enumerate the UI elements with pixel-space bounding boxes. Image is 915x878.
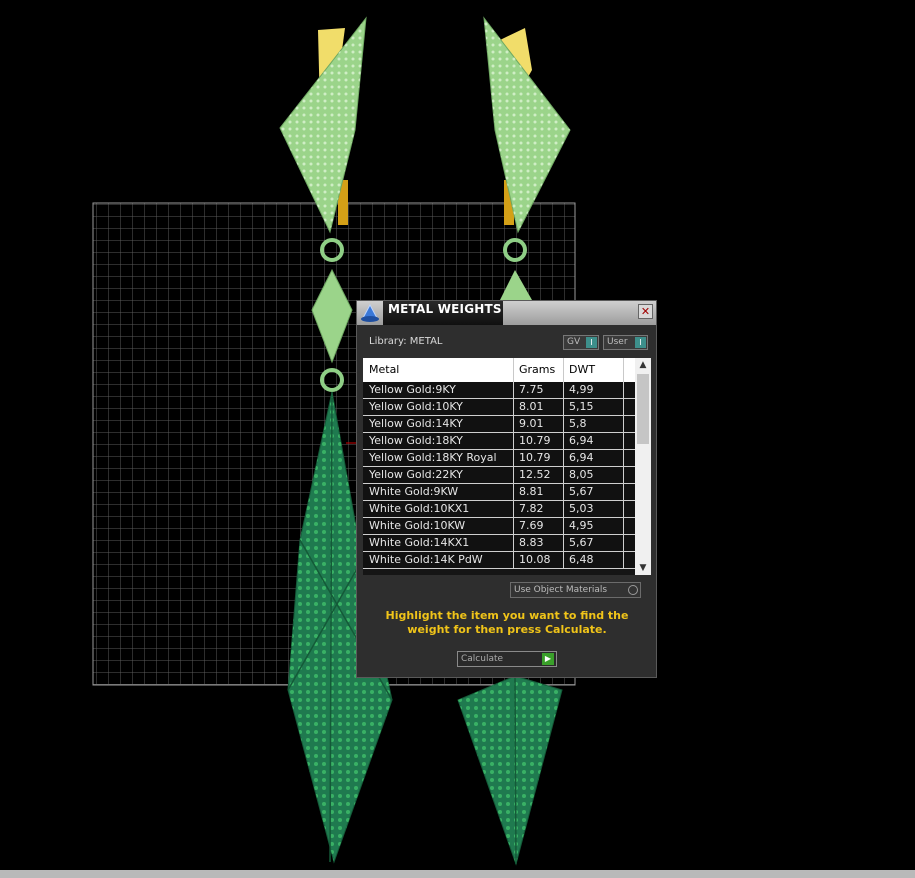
cell-grams: 7.82 xyxy=(519,502,544,515)
user-library-toggle[interactable]: User I xyxy=(603,335,648,350)
scale-icon xyxy=(361,303,379,322)
panel-title: METAL WEIGHTS xyxy=(388,302,502,316)
table-row[interactable]: White Gold:9KW 8.81 5,67 xyxy=(363,484,635,501)
calculate-label: Calculate xyxy=(461,654,504,664)
cell-metal: Yellow Gold:14KY xyxy=(369,417,463,430)
user-toggle-icon: I xyxy=(635,337,646,348)
radio-icon xyxy=(628,585,638,595)
cell-grams: 8.81 xyxy=(519,485,544,498)
table-row[interactable]: Yellow Gold:10KY 8.01 5,15 xyxy=(363,399,635,416)
cell-dwt: 6,48 xyxy=(569,553,594,566)
gv-label: GV xyxy=(567,337,581,347)
table-scrollbar[interactable]: ▲ ▼ xyxy=(635,358,651,575)
cell-dwt: 5,8 xyxy=(569,417,587,430)
panel-header[interactable]: METAL WEIGHTS ✕ xyxy=(357,301,656,325)
cell-grams: 10.79 xyxy=(519,451,551,464)
cell-dwt: 6,94 xyxy=(569,451,594,464)
table-row[interactable]: White Gold:10KW 7.69 4,95 xyxy=(363,518,635,535)
cell-metal: White Gold:10KW xyxy=(369,519,466,532)
cell-dwt: 8,05 xyxy=(569,468,594,481)
column-header-grams[interactable]: Grams xyxy=(519,363,555,376)
table-row[interactable]: White Gold:14K PdW 10.08 6,48 xyxy=(363,552,635,569)
table-row[interactable]: White Gold:10KX1 7.82 5,03 xyxy=(363,501,635,518)
cell-grams: 8.01 xyxy=(519,400,544,413)
metal-weights-panel: METAL WEIGHTS ✕ Library: METAL GV I User… xyxy=(356,300,657,678)
cell-metal: Yellow Gold:18KY xyxy=(369,434,463,447)
cell-metal: White Gold:14K PdW xyxy=(369,553,483,566)
cell-grams: 8.83 xyxy=(519,536,544,549)
table-row[interactable]: Yellow Gold:9KY 7.75 4,99 xyxy=(363,382,635,399)
table-row[interactable]: Yellow Gold:18KY Royal 10.79 6,94 xyxy=(363,450,635,467)
table-row[interactable]: Yellow Gold:14KY 9.01 5,8 xyxy=(363,416,635,433)
use-object-label: Use Object Materials xyxy=(514,585,608,595)
cell-dwt: 5,67 xyxy=(569,536,594,549)
gv-library-toggle[interactable]: GV I xyxy=(563,335,599,350)
cell-metal: White Gold:9KW xyxy=(369,485,459,498)
cell-dwt: 5,03 xyxy=(569,502,594,515)
cell-grams: 9.01 xyxy=(519,417,544,430)
table-header: Metal Grams DWT xyxy=(363,358,635,382)
cell-dwt: 6,94 xyxy=(569,434,594,447)
table-row[interactable]: Yellow Gold:18KY 10.79 6,94 xyxy=(363,433,635,450)
user-label: User xyxy=(607,337,628,347)
metal-table: Metal Grams DWT Yellow Gold:9KY 7.75 4,99 Y… xyxy=(363,358,651,575)
scroll-thumb[interactable] xyxy=(637,374,649,444)
cell-grams: 7.69 xyxy=(519,519,544,532)
cell-metal: Yellow Gold:18KY Royal xyxy=(369,451,497,464)
cell-metal: White Gold:14KX1 xyxy=(369,536,470,549)
cell-metal: Yellow Gold:10KY xyxy=(369,400,463,413)
status-strip xyxy=(0,870,915,878)
gv-toggle-icon: I xyxy=(586,337,597,348)
library-label: Library: METAL xyxy=(369,336,443,347)
cell-grams: 10.08 xyxy=(519,553,551,566)
cell-dwt: 5,15 xyxy=(569,400,594,413)
cell-dwt: 4,95 xyxy=(569,519,594,532)
scroll-up-icon[interactable]: ▲ xyxy=(635,358,651,372)
table-row[interactable]: White Gold:14KX1 8.83 5,67 xyxy=(363,535,635,552)
close-button[interactable]: ✕ xyxy=(638,304,653,319)
cell-grams: 7.75 xyxy=(519,383,544,396)
cell-metal: White Gold:10KX1 xyxy=(369,502,470,515)
right-earring-drop xyxy=(457,675,563,866)
cell-metal: Yellow Gold:9KY xyxy=(369,383,456,396)
column-header-dwt[interactable]: DWT xyxy=(569,363,595,376)
calculate-button[interactable]: Calculate ▶ xyxy=(457,651,557,667)
cell-dwt: 5,67 xyxy=(569,485,594,498)
cell-grams: 12.52 xyxy=(519,468,551,481)
play-icon: ▶ xyxy=(542,653,554,665)
table-row[interactable]: Yellow Gold:22KY 12.52 8,05 xyxy=(363,467,635,484)
column-header-metal[interactable]: Metal xyxy=(369,363,399,376)
scroll-down-icon[interactable]: ▼ xyxy=(635,561,651,575)
cell-metal: Yellow Gold:22KY xyxy=(369,468,463,481)
cell-dwt: 4,99 xyxy=(569,383,594,396)
instruction-text: Highlight the item you want to find the … xyxy=(385,609,629,636)
cell-grams: 10.79 xyxy=(519,434,551,447)
table-rows: Yellow Gold:9KY 7.75 4,99 Yellow Gold:10KY 8… xyxy=(363,382,635,569)
use-object-materials-button[interactable]: Use Object Materials xyxy=(510,582,641,598)
